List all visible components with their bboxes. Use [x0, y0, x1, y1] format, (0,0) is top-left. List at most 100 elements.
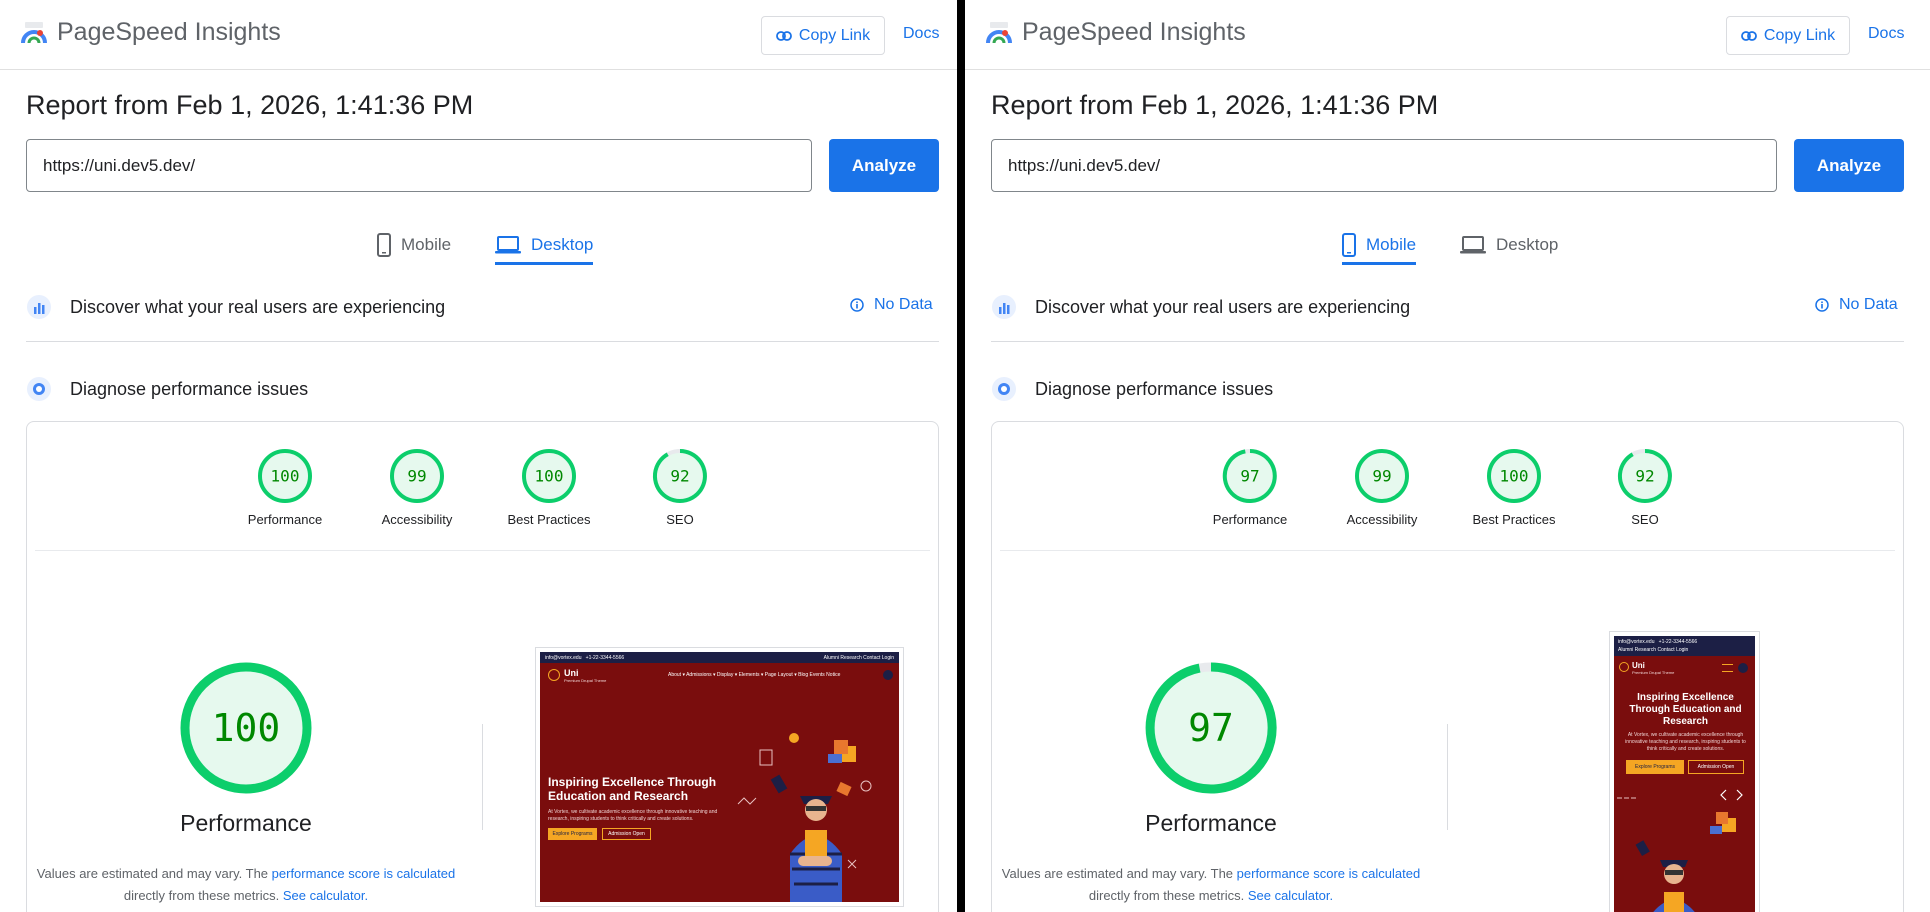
- site-top-links: Alumni Research Contact Login: [823, 654, 894, 661]
- no-data-link[interactable]: No Data: [850, 296, 933, 314]
- gauge-label: Performance: [247, 512, 323, 527]
- field-data-icon: [27, 295, 51, 319]
- site-hero-text: At Vortex, we cultivate academic excelle…: [548, 809, 718, 822]
- hero-student-illustration: [737, 733, 872, 902]
- site-explore-button: Explore Programs: [548, 828, 597, 840]
- see-calculator-link[interactable]: See calculator.: [283, 888, 368, 903]
- gauge-ring: 92: [652, 449, 707, 503]
- note-text: directly from these metrics.: [123, 888, 280, 903]
- no-data-link[interactable]: No Data: [1815, 296, 1898, 314]
- site-hero-text: At Vortex, we cultivate academic excelle…: [1625, 732, 1746, 752]
- site-brand: Uni: [1632, 661, 1645, 670]
- copy-link-label: Copy Link: [1763, 26, 1836, 44]
- lab-data-icon: [27, 377, 51, 401]
- tab-desktop-label: Desktop: [531, 235, 594, 254]
- docs-link[interactable]: Docs: [903, 25, 939, 43]
- gauge-ring: 100: [258, 449, 312, 503]
- performance-score-link[interactable]: performance score is calculated: [1237, 866, 1421, 881]
- url-input[interactable]: [991, 139, 1777, 192]
- site-phone: +1-22-3344-5566: [585, 654, 625, 661]
- site-tagline: Premium Drupal Theme: [564, 678, 607, 683]
- performance-score-link[interactable]: performance score is calculated: [272, 866, 456, 881]
- pagespeed-logo-icon: [986, 22, 1012, 44]
- main-score-value: 100: [212, 706, 281, 750]
- site-explore-button: Explore Programs: [1626, 760, 1684, 774]
- site-hero-title: Inspiring Excellence Through Education a…: [548, 775, 717, 803]
- gauge-ring: 99: [1355, 449, 1409, 503]
- gauge-label: SEO: [1631, 512, 1659, 527]
- site-email: info@vortex.edu: [1618, 639, 1655, 645]
- copy-link-label: Copy Link: [798, 26, 871, 44]
- analyze-button[interactable]: Analyze: [1794, 139, 1904, 192]
- report-panel-mobile: PageSpeed Insights Copy Link Docs Report…: [965, 0, 1930, 912]
- tab-mobile[interactable]: Mobile: [377, 225, 451, 265]
- smartphone-icon: [1342, 233, 1356, 257]
- tab-desktop[interactable]: Desktop: [495, 225, 594, 265]
- site-search-icon: [883, 670, 893, 680]
- site-hero-title: Inspiring Excellence Through Education a…: [1629, 692, 1742, 727]
- note-text: Values are estimated and may vary. The: [36, 866, 269, 881]
- site-search-icon: [1738, 663, 1748, 673]
- main-score-value: 97: [1188, 706, 1234, 750]
- site-admission-button: Admission Open: [1688, 760, 1744, 774]
- gauge-value: 100: [271, 467, 300, 486]
- gauge-value: 99: [1372, 467, 1391, 486]
- app-title: PageSpeed Insights: [57, 18, 281, 46]
- gauge-ring: 100: [1487, 449, 1541, 503]
- analyze-button[interactable]: Analyze: [829, 139, 939, 192]
- site-preview: info@vortex.edu +1-22-3344-5566 Alumni R…: [1614, 636, 1755, 912]
- discover-title: Discover what your real users are experi…: [1035, 297, 1411, 317]
- site-menu-icon: [1722, 664, 1733, 672]
- copy-link-button[interactable]: Copy Link: [761, 16, 885, 55]
- gauge-value: 97: [1240, 467, 1259, 486]
- main-gauge-ring: 97: [1145, 662, 1277, 794]
- gauge-value: 100: [1500, 467, 1529, 486]
- score-gauge-seo[interactable]: 92 SEO: [1585, 448, 1705, 527]
- diagnose-title: Diagnose performance issues: [1035, 379, 1274, 399]
- score-gauge-best-practices[interactable]: 100 Best Practices: [489, 448, 609, 527]
- app-header: PageSpeed Insights Copy Link Docs: [0, 0, 965, 70]
- field-data-icon: [992, 295, 1016, 319]
- score-note: Values are estimated and may vary. The p…: [30, 863, 462, 907]
- note-text: Values are estimated and may vary. The: [1001, 866, 1234, 881]
- diagnose-title: Diagnose performance issues: [70, 379, 309, 399]
- score-gauge-performance[interactable]: 97 Performance: [1190, 448, 1310, 527]
- laptop-icon: [1460, 236, 1486, 254]
- site-nav: About ▾ Admissions ▾ Display ▾ Elements …: [668, 672, 841, 678]
- score-gauge-accessibility[interactable]: 99 Accessibility: [1322, 448, 1442, 527]
- site-tagline: Premium Drupal Theme: [1632, 670, 1675, 675]
- score-gauge-best-practices[interactable]: 100 Best Practices: [1454, 448, 1574, 527]
- smartphone-icon: [377, 233, 391, 257]
- tab-desktop-label: Desktop: [1496, 235, 1559, 254]
- card-divider: [1000, 550, 1895, 551]
- panel-divider: [957, 0, 965, 912]
- score-gauge-accessibility[interactable]: 99 Accessibility: [357, 448, 477, 527]
- final-screenshot[interactable]: info@vortex.edu +1-22-3344-5566 Alumni R…: [535, 647, 904, 907]
- final-screenshot[interactable]: info@vortex.edu +1-22-3344-5566 Alumni R…: [1609, 631, 1760, 912]
- tab-desktop[interactable]: Desktop: [1460, 225, 1558, 265]
- discover-title: Discover what your real users are experi…: [70, 297, 446, 317]
- gauge-value: 92: [670, 467, 689, 486]
- tab-mobile-label: Mobile: [401, 235, 452, 254]
- score-gauge-seo[interactable]: 92 SEO: [620, 448, 740, 527]
- tab-mobile[interactable]: Mobile: [1342, 225, 1417, 265]
- gauge-label: SEO: [666, 512, 694, 527]
- score-note: Values are estimated and may vary. The p…: [995, 863, 1427, 907]
- url-input[interactable]: [26, 139, 812, 192]
- report-panel-desktop: PageSpeed Insights Copy Link Docs Report…: [0, 0, 965, 912]
- see-calculator-link[interactable]: See calculator.: [1248, 888, 1333, 903]
- docs-link[interactable]: Docs: [1868, 25, 1904, 43]
- gauge-value: 99: [407, 467, 426, 486]
- report-title: Report from Feb 1, 2026, 1:41:36 PM: [26, 90, 474, 120]
- info-icon: [1815, 298, 1829, 312]
- hero-student-illustration: [1617, 789, 1743, 912]
- copy-link-button[interactable]: Copy Link: [1726, 16, 1850, 55]
- site-logo-icon: [1619, 662, 1629, 672]
- site-email: info@vortex.edu: [545, 654, 582, 661]
- gauge-ring: 92: [1617, 449, 1672, 503]
- lab-data-icon: [992, 377, 1016, 401]
- pagespeed-logo-icon: [21, 22, 47, 44]
- main-score-label: Performance: [1145, 810, 1277, 836]
- score-gauge-performance[interactable]: 100 Performance: [225, 448, 345, 527]
- gauge-label: Accessibility: [381, 512, 453, 527]
